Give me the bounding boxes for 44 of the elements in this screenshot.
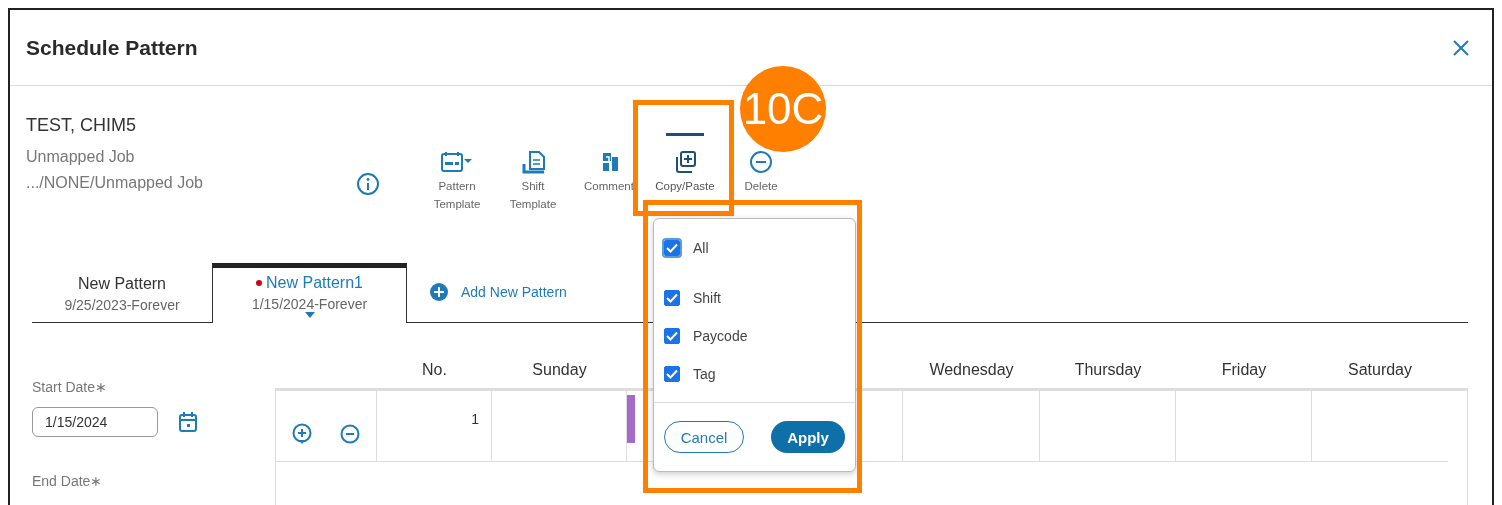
cancel-button[interactable]: Cancel [664,421,744,453]
caret-icon [304,311,315,318]
end-date-label: End Date∗ [32,473,104,489]
copy-icon [673,150,697,174]
toolbar-button[interactable]: Delete [744,150,778,195]
option-label: Tag [693,366,716,382]
shift-marker[interactable] [627,395,635,443]
row-number: 1 [471,411,479,427]
dialog-title: Schedule Pattern [26,35,198,60]
toolbar-button[interactable]: Comment [584,150,634,195]
column-header: Saturday [1347,360,1412,378]
step-badge: 10C [740,66,826,152]
job-name: Unmapped Job [26,147,136,167]
checkbox[interactable] [664,240,680,256]
calendar-dropdown-icon [440,150,474,174]
pattern-tab[interactable]: New Pattern1 1/15/2024-Forever [212,263,407,323]
column-header: Wednesday [929,360,1014,378]
close-icon[interactable] [1452,38,1470,57]
column-header: No. [422,360,447,378]
employee-name: TEST, CHIM5 [26,115,137,136]
column-header: Thursday [1074,360,1142,378]
info-icon[interactable] [356,172,380,196]
calendar-icon[interactable] [178,411,198,433]
column-header: Friday [1221,360,1267,378]
minus-circle-icon [749,150,773,174]
start-date-field[interactable]: 1/15/2024 [32,407,158,437]
option-label: All [693,240,709,256]
toolbar-button[interactable]: Shift Template [503,150,563,213]
minus-circle-icon [340,424,360,444]
apply-button[interactable]: Apply [771,421,845,453]
toolbar-button[interactable]: Pattern Template [427,150,487,213]
start-date-label: Start Date∗ [32,379,109,395]
column-header: Sunday [532,360,587,378]
plus-circle-icon [429,282,449,302]
option-label: Shift [693,290,721,306]
checkbox[interactable] [664,290,680,306]
option-label: Paycode [693,328,748,344]
checkbox[interactable] [664,366,680,382]
checkbox[interactable] [664,328,680,344]
job-path: .../NONE/Unmapped Job [26,173,204,193]
toolbar-button[interactable]: Copy/Paste [655,150,715,195]
document-icon [521,150,545,174]
add-pattern-button[interactable]: Add New Pattern [429,282,567,302]
plus-circle-icon [292,423,312,445]
